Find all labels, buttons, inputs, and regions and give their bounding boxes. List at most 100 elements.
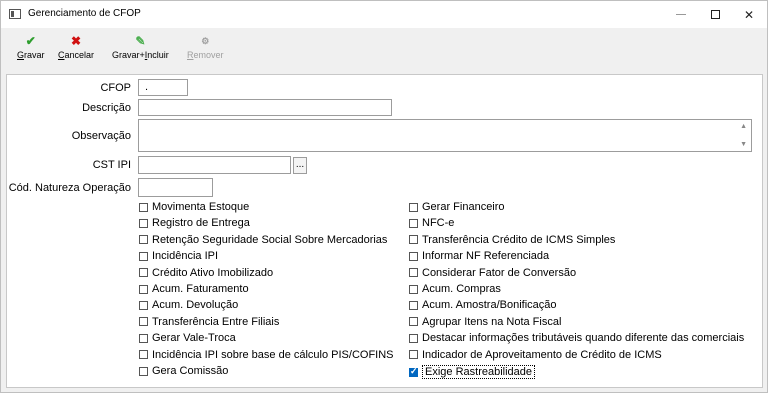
checkbox-label: Acum. Amostra/Bonificação [422, 299, 557, 312]
checkbox-label: Retenção Seguridade Social Sobre Mercado… [152, 233, 388, 246]
cancelar-label: Cancelar [58, 50, 95, 60]
checkbox-label: Considerar Fator de Conversão [422, 266, 577, 279]
x-icon: ✖ [70, 34, 82, 48]
gravar-incluir-label: Gravar+Incluir [112, 50, 169, 60]
checkbox-label: Incidência IPI sobre base de cálculo PIS… [152, 348, 394, 361]
checkbox-label: Transferência Crédito de ICMS Simples [422, 233, 616, 246]
checkbox-icon[interactable] [139, 300, 148, 310]
checkbox-checked-icon[interactable] [409, 366, 418, 377]
checkbox-label: Incidência IPI [152, 250, 219, 263]
left-checkbox-9[interactable]: Incidência IPI sobre base de cálculo PIS… [139, 349, 394, 361]
left-checkbox-5[interactable]: Acum. Faturamento [139, 283, 249, 295]
checkbox-icon[interactable] [409, 300, 418, 310]
checkbox-label: Informar NF Referenciada [422, 250, 550, 263]
checkbox-label: Gerar Financeiro [422, 201, 505, 213]
maximize-button[interactable] [698, 1, 732, 28]
right-checkbox-5[interactable]: Acum. Compras [409, 283, 501, 295]
left-checkbox-10[interactable]: Gera Comissão [139, 365, 228, 377]
natureza-input[interactable] [138, 178, 213, 197]
checkbox-icon[interactable] [409, 235, 418, 245]
checkbox-label: Acum. Faturamento [152, 283, 249, 295]
gravar-incluir-button[interactable]: ✎ Gravar+Incluir [112, 34, 169, 60]
checkbox-icon[interactable] [139, 268, 148, 278]
left-checkbox-1[interactable]: Registro de Entrega [139, 217, 250, 229]
cst-ipi-label: CST IPI [92, 159, 131, 171]
cfop-input[interactable]: . [138, 79, 188, 96]
close-icon: ✕ [743, 7, 755, 22]
checkbox-label: Exige Rastreabilidade [422, 365, 536, 379]
save-add-icon: ✎ [135, 34, 146, 48]
gravar-button[interactable]: ✔ Gravar [17, 34, 45, 60]
observacao-textarea[interactable]: ▲ ▼ [138, 119, 752, 152]
checkbox-icon[interactable] [139, 333, 148, 343]
checkbox-label: Registro de Entrega [152, 217, 250, 230]
cancelar-button[interactable]: ✖ Cancelar [58, 34, 94, 60]
checkbox-label: Gera Comissão [152, 365, 229, 377]
left-checkbox-2[interactable]: Retenção Seguridade Social Sobre Mercado… [139, 234, 387, 246]
observacao-label: Observação [71, 130, 131, 142]
close-button[interactable]: ✕ [732, 1, 766, 28]
checkbox-icon[interactable] [139, 284, 148, 294]
checkbox-label: Gerar Vale-Troca [152, 332, 236, 345]
checkbox-label: Indicador de Aproveitamento de Crédito d… [422, 348, 662, 361]
checkbox-icon[interactable] [139, 235, 148, 245]
right-checkbox-4[interactable]: Considerar Fator de Conversão [409, 267, 576, 279]
checkbox-label: Acum. Devolução [152, 299, 239, 312]
maximize-icon [710, 10, 720, 19]
remove-icon: ⚙ [201, 35, 210, 46]
cst-ipi-select[interactable] [138, 156, 291, 174]
checkbox-icon[interactable] [409, 218, 418, 228]
checkbox-label: NFC-e [422, 217, 455, 230]
right-checkbox-7[interactable]: Agrupar Itens na Nota Fiscal [409, 316, 561, 328]
right-checkbox-1[interactable]: NFC-e [409, 217, 454, 229]
window-title: Gerenciamento de CFOP [28, 8, 141, 19]
checkbox-label: Agrupar Itens na Nota Fiscal [422, 315, 562, 328]
remover-button[interactable]: ⚙ Remover [187, 34, 224, 61]
right-checkbox-10[interactable]: Exige Rastreabilidade [409, 365, 536, 379]
descricao-label: Descrição [82, 102, 131, 114]
remover-label: Remover [187, 50, 224, 60]
checkbox-icon[interactable] [409, 251, 418, 261]
checkbox-icon[interactable] [409, 350, 418, 360]
right-checkbox-2[interactable]: Transferência Crédito de ICMS Simples [409, 234, 615, 246]
check-icon: ✔ [25, 34, 36, 48]
checkbox-icon[interactable] [409, 284, 418, 294]
app-window-icon [9, 9, 21, 19]
checkbox-icon[interactable] [409, 317, 418, 327]
cfop-window: Gerenciamento de CFOP ✕ ✔ Gravar ✖ Cance… [0, 0, 768, 393]
scroll-up-icon[interactable]: ▲ [740, 123, 747, 130]
left-checkbox-8[interactable]: Gerar Vale-Troca [139, 332, 236, 344]
gravar-label: Gravar [17, 50, 45, 60]
checkbox-icon[interactable] [139, 218, 148, 228]
checkbox-icon[interactable] [409, 333, 418, 343]
checkbox-icon[interactable] [139, 202, 148, 212]
right-checkbox-0[interactable]: Gerar Financeiro [409, 201, 505, 213]
scroll-down-icon[interactable]: ▼ [740, 141, 747, 148]
checkbox-icon[interactable] [409, 202, 418, 212]
left-checkbox-4[interactable]: Crédito Ativo Imobilizado [139, 267, 273, 279]
descricao-input[interactable] [138, 99, 392, 116]
form-panel: CFOP . Descrição Observação ▲ ▼ CST IPI … [6, 74, 763, 388]
left-checkbox-0[interactable]: Movimenta Estoque [139, 201, 249, 213]
checkbox-icon[interactable] [409, 268, 418, 278]
right-checkbox-8[interactable]: Destacar informações tributáveis quando … [409, 332, 744, 344]
checkbox-label: Crédito Ativo Imobilizado [152, 266, 274, 279]
cfop-label: CFOP [100, 82, 131, 94]
minimize-icon [676, 14, 686, 15]
toolbar: ✔ Gravar ✖ Cancelar ✎ Gravar+Incluir ⚙ R… [1, 28, 767, 72]
checkbox-icon[interactable] [139, 350, 148, 360]
right-checkbox-3[interactable]: Informar NF Referenciada [409, 250, 549, 262]
natureza-label: Cód. Natureza Operação [8, 182, 131, 194]
right-checkbox-9[interactable]: Indicador de Aproveitamento de Crédito d… [409, 349, 662, 361]
checkbox-icon[interactable] [139, 251, 148, 261]
checkbox-icon[interactable] [139, 366, 148, 376]
cst-ipi-lookup-button[interactable]: ... [293, 157, 307, 174]
checkbox-label: Acum. Compras [422, 283, 501, 295]
left-checkbox-7[interactable]: Transferência Entre Filiais [139, 316, 279, 328]
left-checkbox-6[interactable]: Acum. Devolução [139, 299, 238, 311]
left-checkbox-3[interactable]: Incidência IPI [139, 250, 218, 262]
checkbox-label: Destacar informações tributáveis quando … [422, 332, 745, 345]
minimize-button[interactable] [664, 1, 698, 28]
right-checkbox-6[interactable]: Acum. Amostra/Bonificação [409, 299, 557, 311]
checkbox-icon[interactable] [139, 317, 148, 327]
